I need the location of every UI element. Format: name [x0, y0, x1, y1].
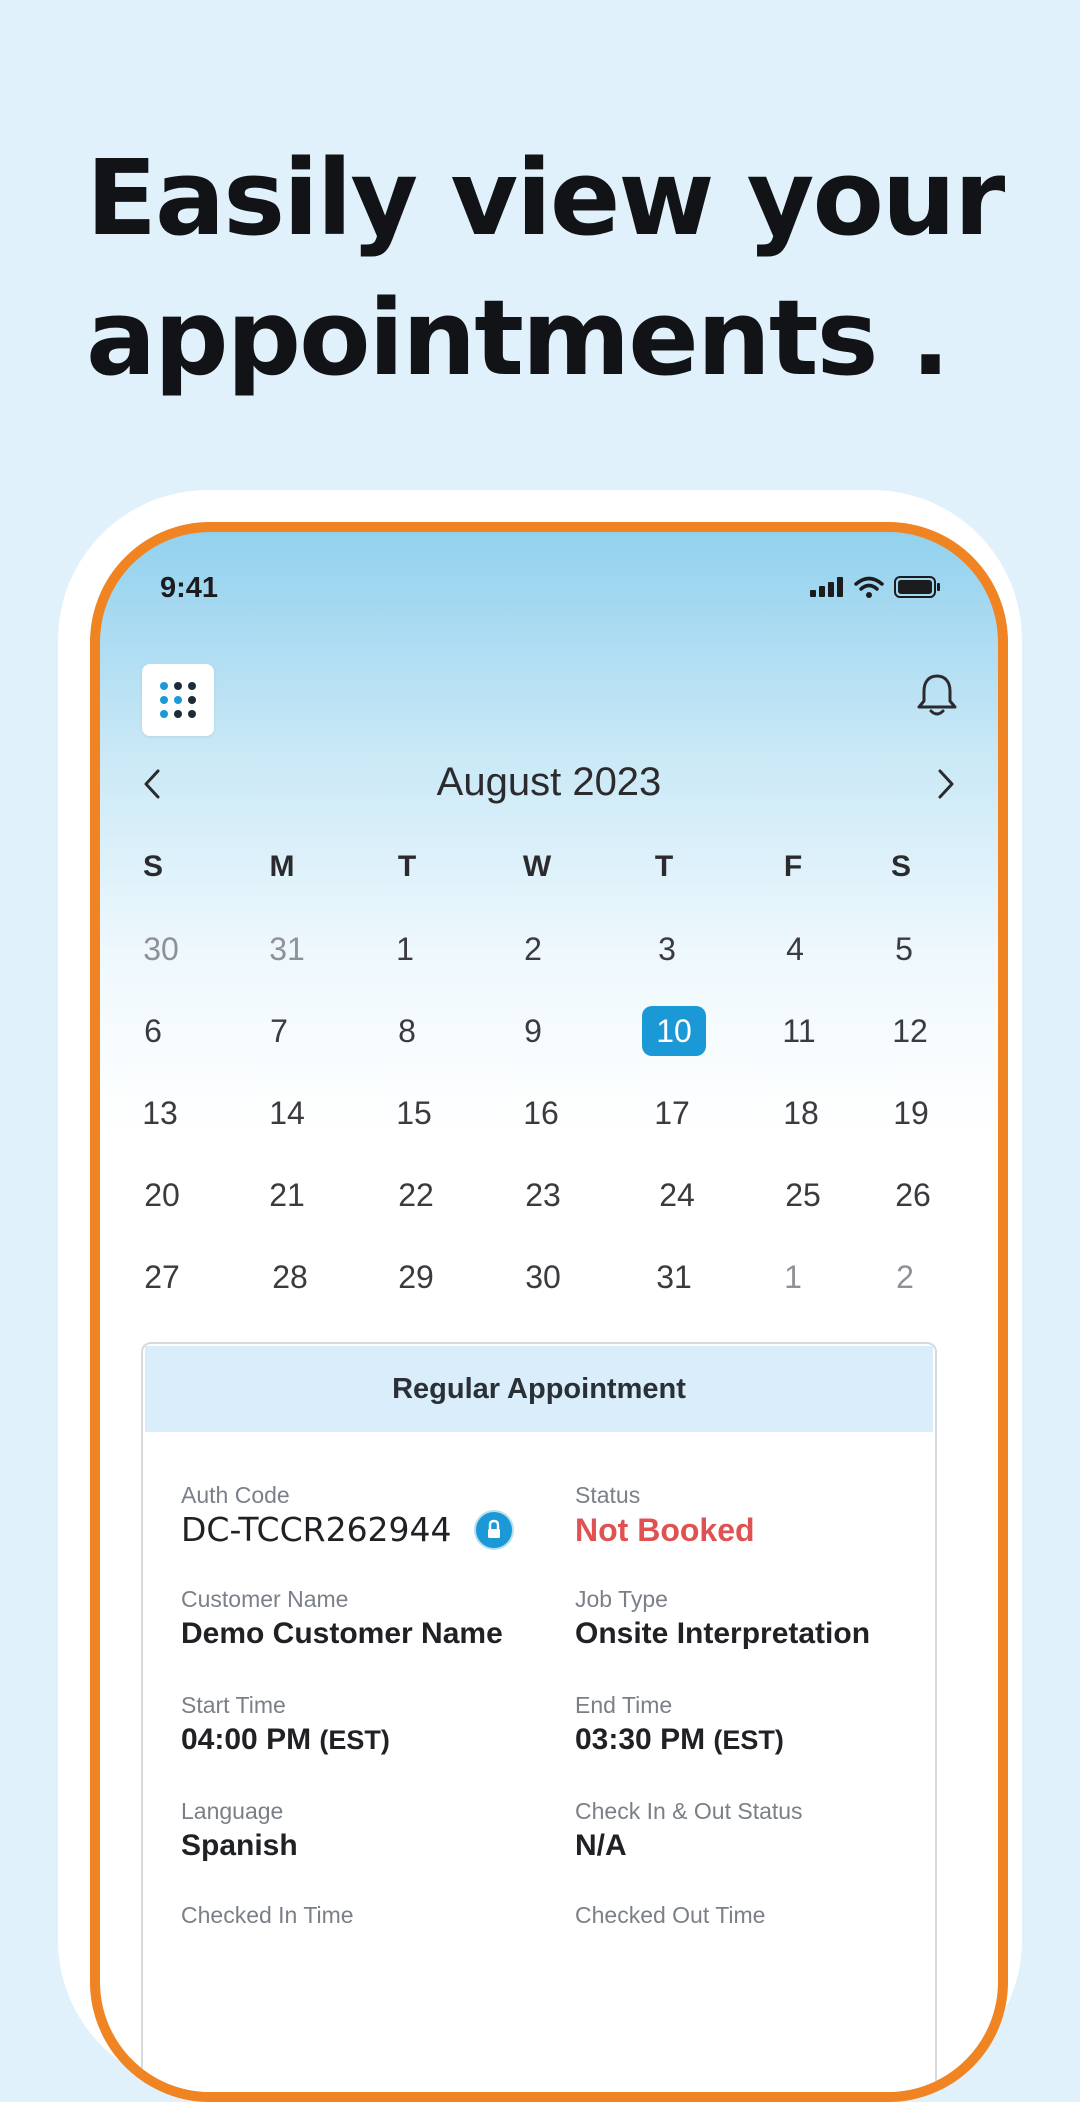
calendar-day[interactable]: 20 — [130, 1170, 194, 1220]
end-timezone: (EST) — [713, 1725, 784, 1755]
calendar-day[interactable]: 19 — [879, 1088, 943, 1138]
lock-icon[interactable] — [473, 1510, 514, 1551]
month-title: August 2023 — [436, 760, 662, 804]
chevron-right-icon[interactable] — [936, 768, 956, 800]
language-label: Language — [181, 1798, 284, 1824]
calendar-day[interactable]: 30 — [129, 924, 193, 974]
calendar-day[interactable]: 1 — [761, 1252, 825, 1302]
calendar-day[interactable]: 14 — [255, 1088, 319, 1138]
checked-in-label: Checked In Time — [181, 1902, 354, 1928]
status-field: Status Not Booked — [575, 1480, 755, 1550]
appointment-card[interactable]: Regular Appointment Auth Code DC-TCCR262… — [141, 1342, 937, 2092]
weekday-label: W — [522, 850, 552, 883]
calendar-day[interactable]: 6 — [121, 1006, 185, 1056]
calendar-day[interactable]: 21 — [255, 1170, 319, 1220]
end-time-label: End Time — [575, 1692, 673, 1718]
grid-menu-icon — [160, 682, 196, 718]
calendar-day[interactable]: 13 — [128, 1088, 192, 1138]
calendar-day[interactable]: 29 — [384, 1252, 448, 1302]
weekday-label: T — [397, 850, 417, 883]
calendar-day[interactable]: 27 — [130, 1252, 194, 1302]
weekday-label: M — [269, 850, 295, 883]
customer-label: Customer Name — [181, 1586, 349, 1612]
headline-line-1: Easily view your — [86, 137, 1005, 259]
status-value: Not Booked — [575, 1512, 755, 1548]
end-time-value: 03:30 PM — [575, 1723, 706, 1756]
end-time-row: 03:30 PM (EST) — [575, 1720, 784, 1760]
month-navigation: August 2023 — [100, 752, 998, 812]
auth-code-label: Auth Code — [181, 1482, 290, 1508]
language-field: Language Spanish — [181, 1796, 298, 1866]
wifi-icon — [854, 576, 884, 598]
job-type-field: Job Type Onsite Interpretation — [575, 1584, 870, 1654]
status-icons — [810, 576, 942, 598]
start-time-row: 04:00 PM (EST) — [181, 1720, 390, 1760]
calendar-day[interactable]: 18 — [769, 1088, 833, 1138]
checkinout-value: N/A — [575, 1829, 627, 1862]
calendar-day[interactable]: 8 — [375, 1006, 439, 1056]
appointment-title: Regular Appointment — [145, 1346, 933, 1432]
calendar-day-selected[interactable]: 10 — [642, 1006, 706, 1056]
grid-menu-button[interactable] — [142, 664, 214, 736]
start-time-field: Start Time 04:00 PM (EST) — [181, 1690, 390, 1760]
auth-code-row: DC-TCCR262944 — [181, 1510, 514, 1553]
start-time-label: Start Time — [181, 1692, 286, 1718]
calendar-day[interactable]: 30 — [511, 1252, 575, 1302]
calendar-day[interactable]: 2 — [873, 1252, 937, 1302]
calendar-day[interactable]: 23 — [511, 1170, 575, 1220]
phone-screen: 9:41 August 2023 S M T W T F S 30 31 1 2… — [90, 522, 1008, 2102]
bell-icon — [917, 674, 957, 716]
calendar-day[interactable]: 15 — [382, 1088, 446, 1138]
checked-in-field: Checked In Time — [181, 1900, 354, 1930]
chevron-left-icon[interactable] — [142, 768, 162, 800]
calendar-day[interactable]: 12 — [878, 1006, 942, 1056]
calendar-day[interactable]: 5 — [872, 924, 936, 974]
calendar-day[interactable]: 4 — [763, 924, 827, 974]
weekday-label: T — [654, 850, 674, 883]
status-label: Status — [575, 1482, 641, 1508]
auth-code-field: Auth Code DC-TCCR262944 — [181, 1480, 514, 1553]
signal-icon — [810, 577, 843, 597]
weekday-label: S — [142, 850, 163, 883]
customer-field: Customer Name Demo Customer Name — [181, 1584, 503, 1654]
language-value: Spanish — [181, 1829, 298, 1862]
job-type-value: Onsite Interpretation — [575, 1617, 871, 1650]
calendar-day[interactable]: 16 — [509, 1088, 573, 1138]
headline-line-2: appointments . — [86, 277, 950, 399]
calendar-day[interactable]: 11 — [767, 1006, 831, 1056]
status-time: 9:41 — [160, 572, 219, 604]
auth-code-value: DC-TCCR262944 — [181, 1510, 452, 1549]
weekday-label: S — [890, 850, 911, 883]
calendar-day[interactable]: 25 — [771, 1170, 835, 1220]
battery-icon — [894, 576, 940, 598]
calendar-day[interactable]: 2 — [501, 924, 565, 974]
calendar-day[interactable]: 26 — [881, 1170, 945, 1220]
start-time-value: 04:00 PM — [181, 1723, 312, 1756]
calendar-day[interactable]: 24 — [645, 1170, 709, 1220]
calendar-day[interactable]: 22 — [384, 1170, 448, 1220]
checkinout-field: Check In & Out Status N/A — [575, 1796, 803, 1866]
calendar-day[interactable]: 28 — [258, 1252, 322, 1302]
checked-out-label: Checked Out Time — [575, 1902, 766, 1928]
headline: Easily view your appointments . — [86, 128, 1046, 408]
calendar-day[interactable]: 7 — [247, 1006, 311, 1056]
start-timezone: (EST) — [319, 1725, 390, 1755]
weekday-label: F — [783, 850, 803, 883]
calendar-day[interactable]: 31 — [255, 924, 319, 974]
notification-button[interactable] — [916, 672, 958, 723]
calendar-day[interactable]: 9 — [501, 1006, 565, 1056]
checkinout-label: Check In & Out Status — [575, 1798, 803, 1824]
job-type-label: Job Type — [575, 1586, 668, 1612]
end-time-field: End Time 03:30 PM (EST) — [575, 1690, 784, 1760]
calendar-day[interactable]: 3 — [635, 924, 699, 974]
calendar-day[interactable]: 1 — [373, 924, 437, 974]
customer-value: Demo Customer Name — [181, 1617, 503, 1650]
checked-out-field: Checked Out Time — [575, 1900, 765, 1930]
calendar-day[interactable]: 31 — [642, 1252, 706, 1302]
calendar-day[interactable]: 17 — [640, 1088, 704, 1138]
